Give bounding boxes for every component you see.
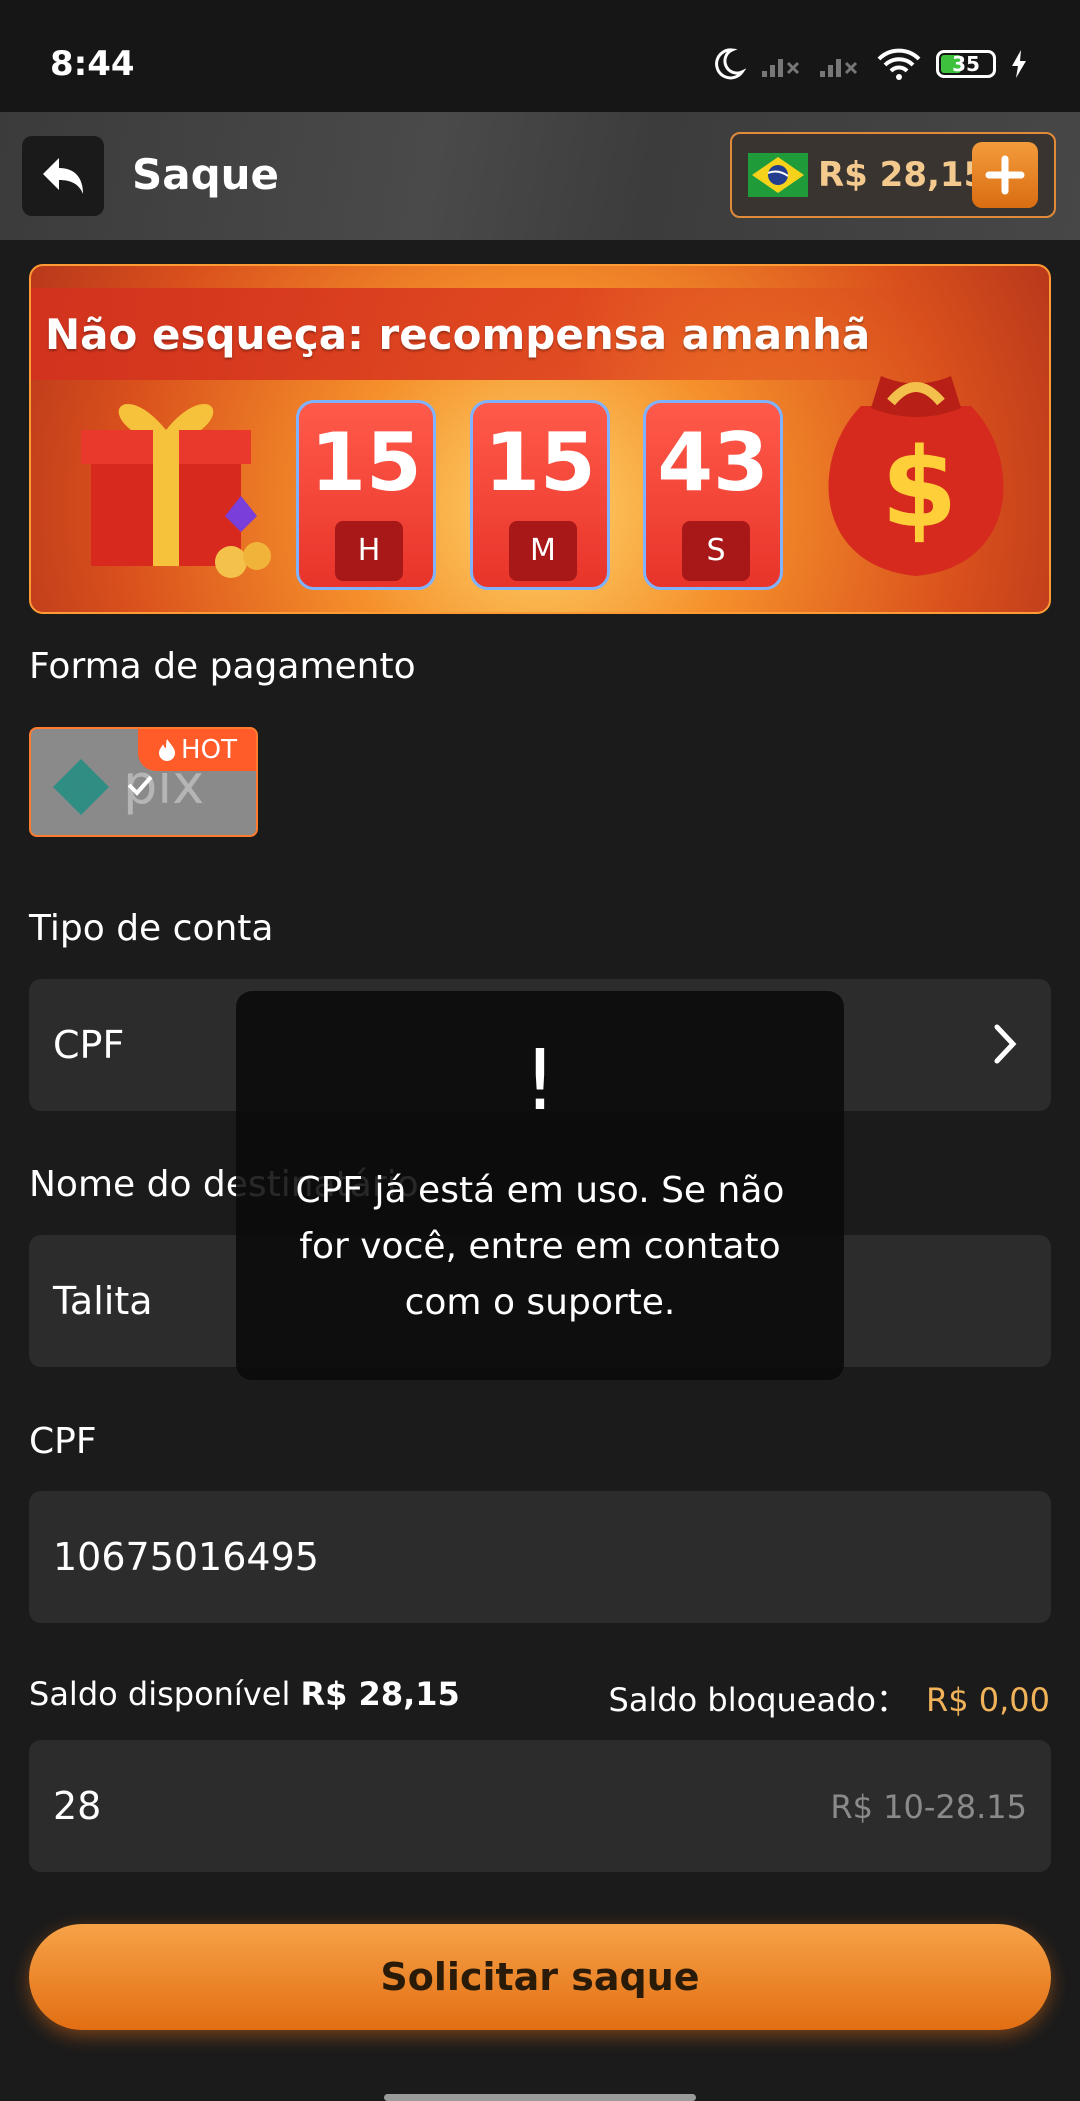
deposit-plus-button[interactable] bbox=[972, 142, 1038, 208]
beneficiary-name-value: Talita bbox=[53, 1279, 153, 1323]
cpf-value: 10675016495 bbox=[53, 1535, 319, 1579]
blocked-balance: Saldo bloqueado： R$ 0,00 bbox=[608, 1681, 1050, 1719]
money-bag-icon: $ bbox=[828, 376, 1004, 576]
timer-seconds: 43 S bbox=[643, 400, 783, 590]
plus-icon bbox=[985, 155, 1025, 195]
account-type-label: Tipo de conta bbox=[29, 908, 274, 949]
signal-icon-2 bbox=[820, 59, 858, 77]
cpf-label: CPF bbox=[29, 1421, 97, 1462]
balance-amount: R$ 28,15 bbox=[818, 155, 988, 195]
home-indicator[interactable] bbox=[384, 2094, 696, 2101]
balance-widget[interactable]: R$ 28,15 bbox=[730, 132, 1056, 218]
app-header: Saque R$ 28,15 bbox=[0, 112, 1080, 240]
amount-input[interactable]: 28 R$ 10-28.15 bbox=[29, 1740, 1051, 1872]
brazil-flag-icon bbox=[748, 153, 808, 197]
svg-text:$: $ bbox=[881, 424, 958, 552]
timer-minutes: 15 M bbox=[470, 400, 610, 590]
back-arrow-icon bbox=[43, 158, 83, 194]
available-balance: Saldo disponível R$ 28,15 bbox=[29, 1675, 460, 1713]
page-title: Saque bbox=[132, 150, 280, 199]
charging-icon bbox=[1012, 50, 1026, 78]
banner-title: Não esqueça: recompensa amanhã bbox=[45, 310, 871, 359]
account-type-value: CPF bbox=[53, 1023, 125, 1067]
cpf-field[interactable]: 10675016495 bbox=[29, 1491, 1051, 1623]
status-time: 8:44 bbox=[50, 44, 135, 84]
error-toast: ! CPF já está em uso. Se não for você, e… bbox=[236, 991, 844, 1380]
payment-method-label: Forma de pagamento bbox=[29, 646, 416, 687]
do-not-disturb-icon bbox=[715, 48, 746, 80]
battery-icon: 35 bbox=[936, 50, 996, 78]
toast-message: CPF já está em uso. Se não for você, ent… bbox=[295, 1170, 785, 1323]
chevron-right-icon bbox=[994, 1024, 1017, 1064]
pix-payment-option[interactable]: pix HOT bbox=[29, 727, 258, 837]
reward-banner[interactable]: Não esqueça: recompensa amanhã $ 15 H 15… bbox=[29, 264, 1051, 614]
status-icons: 35 bbox=[710, 44, 1028, 84]
flame-icon bbox=[159, 739, 176, 761]
signal-icon bbox=[762, 59, 800, 77]
wifi-icon bbox=[877, 48, 921, 80]
exclamation-icon: ! bbox=[523, 1031, 557, 1129]
timer-hours: 15 H bbox=[296, 400, 436, 590]
hot-badge: HOT bbox=[138, 729, 256, 771]
gift-box-icon bbox=[81, 403, 271, 578]
amount-value: 28 bbox=[53, 1784, 102, 1828]
back-button[interactable] bbox=[22, 136, 104, 216]
amount-range-hint: R$ 10-28.15 bbox=[830, 1788, 1027, 1826]
status-bar: 8:44 35 bbox=[0, 0, 1080, 112]
request-withdrawal-button[interactable]: Solicitar saque bbox=[29, 1924, 1051, 2030]
